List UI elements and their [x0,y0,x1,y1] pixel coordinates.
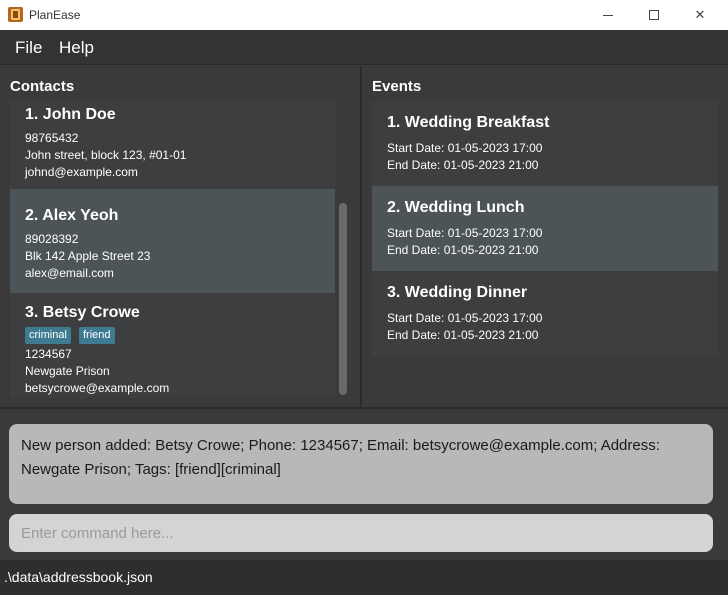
event-start-date: Start Date: 01-05-2023 17:00 [387,311,543,325]
result-display[interactable]: New person added: Betsy Crowe; Phone: 12… [9,424,713,504]
contact-address: Newgate Prison [25,364,110,378]
event-card[interactable]: 2. Wedding Lunch Start Date: 01-05-2023 … [372,186,718,271]
close-icon: ✕ [694,7,706,23]
event-start-date: Start Date: 01-05-2023 17:00 [387,226,543,240]
command-input[interactable] [9,514,713,552]
contacts-heading: Contacts [10,78,75,95]
app-icon [8,7,23,22]
contact-email: betsycrowe@example.com [25,381,170,395]
contact-name: 2. Alex Yeoh [25,207,119,224]
event-end-date: End Date: 01-05-2023 21:00 [387,243,539,257]
result-message: New person added: Betsy Crowe; Phone: 12… [21,437,660,478]
maximize-button[interactable] [631,0,677,30]
contact-name: 3. Betsy Crowe [25,304,140,321]
menu-file[interactable]: File [15,38,42,58]
result-area: New person added: Betsy Crowe; Phone: 12… [0,409,728,514]
tag-list: criminal friend [25,327,225,344]
window-title: PlanEase [29,8,81,22]
contacts-list[interactable]: 1. John Doe 98765432 John street, block … [10,101,335,398]
scrollbar-thumb[interactable] [339,203,347,395]
event-name: 2. Wedding Lunch [387,199,525,216]
events-heading: Events [372,78,422,95]
maximize-icon [631,0,677,30]
event-card[interactable]: 1. Wedding Breakfast Start Date: 01-05-2… [372,101,718,186]
contact-email: johnd@example.com [25,165,138,179]
close-button[interactable]: ✕ [677,0,723,30]
event-name: 1. Wedding Breakfast [387,114,550,131]
contact-email: alex@email.com [25,266,114,280]
event-end-date: End Date: 01-05-2023 21:00 [387,158,539,172]
menu-help[interactable]: Help [59,38,94,58]
contact-card[interactable]: 1. John Doe 98765432 John street, block … [10,101,335,191]
contact-card[interactable]: 2. Alex Yeoh 89028392 Blk 142 Apple Stre… [10,189,335,293]
status-bar: .\data\addressbook.json [0,560,728,595]
menu-bar: File Help [0,30,728,65]
contacts-panel: Contacts 1. John Doe 98765432 John stree… [0,66,360,407]
tag-badge: friend [79,327,115,344]
minimize-button[interactable] [585,0,631,30]
event-name: 3. Wedding Dinner [387,284,528,301]
contact-phone: 1234567 [25,347,72,361]
command-area [0,514,728,560]
event-start-date: Start Date: 01-05-2023 17:00 [387,141,543,155]
minimize-icon [585,0,631,30]
save-location: .\data\addressbook.json [4,569,153,585]
contact-address: Blk 142 Apple Street 23 [25,249,151,263]
event-card[interactable]: 3. Wedding Dinner Start Date: 01-05-2023… [372,271,718,356]
contact-name: 1. John Doe [25,106,116,123]
contacts-scrollbar[interactable] [337,101,349,398]
contact-card[interactable]: 3. Betsy Crowe criminal friend 1234567 N… [10,293,335,398]
title-bar: PlanEase ✕ [0,0,728,30]
event-end-date: End Date: 01-05-2023 21:00 [387,328,539,342]
events-list[interactable]: 1. Wedding Breakfast Start Date: 01-05-2… [372,101,718,357]
tag-badge: criminal [25,327,71,344]
contact-phone: 89028392 [25,232,79,246]
contact-phone: 98765432 [25,131,79,145]
events-panel: Events 1. Wedding Breakfast Start Date: … [362,66,728,407]
contact-address: John street, block 123, #01-01 [25,148,187,162]
